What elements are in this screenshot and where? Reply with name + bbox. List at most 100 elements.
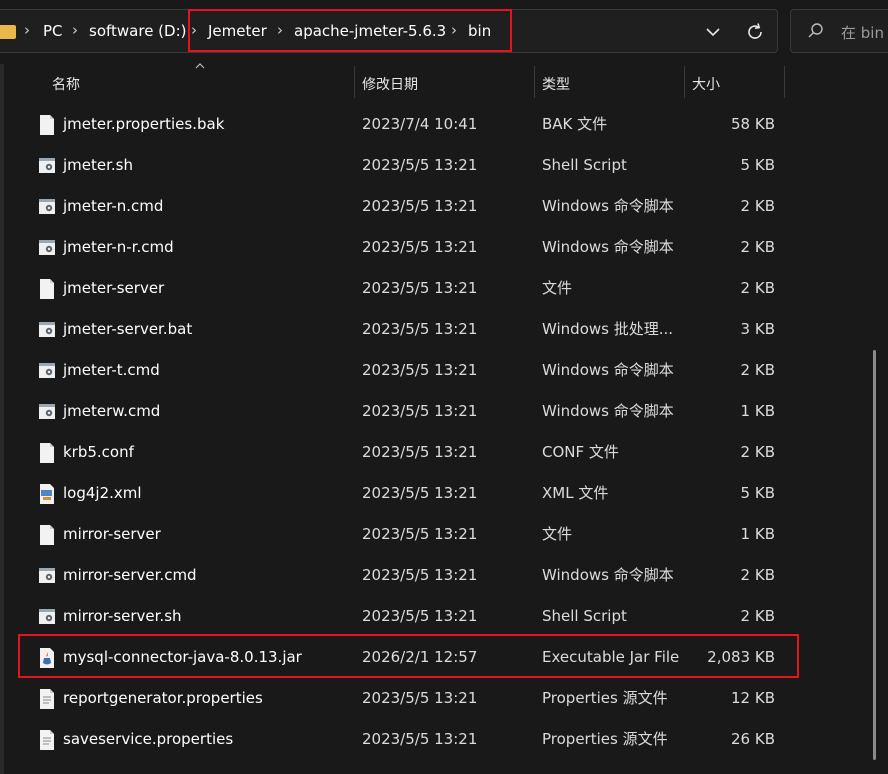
file-size: 2 KB <box>740 607 775 625</box>
file-date-modified: 2023/5/5 13:21 <box>362 361 478 379</box>
file-name: jmeter-server <box>63 279 165 297</box>
script-icon <box>39 568 55 583</box>
file-name: reportgenerator.properties <box>63 689 263 707</box>
file-row[interactable]: jmeter.sh 2023/5/5 13:21 Shell Script 5 KB <box>18 145 798 186</box>
breadcrumb-drive[interactable]: software (D:) <box>89 22 187 40</box>
file-row[interactable]: krb5.conf 2023/5/5 13:21 CONF 文件 2 KB <box>18 432 798 473</box>
properties-icon <box>40 689 54 709</box>
file-type: Windows 批处理... <box>542 320 674 338</box>
file-name: jmeterw.cmd <box>63 402 161 420</box>
file-type: Windows 命令脚本 <box>542 238 674 256</box>
column-header-size[interactable]: 大小 <box>692 74 720 94</box>
file-type: Shell Script <box>542 607 627 625</box>
column-header-type[interactable]: 类型 <box>542 74 570 94</box>
file-size: 2 KB <box>740 566 775 584</box>
file-row[interactable]: reportgenerator.properties 2023/5/5 13:21… <box>18 678 798 719</box>
column-header-name[interactable]: 名称 <box>52 74 80 94</box>
file-row[interactable]: jmeter-n.cmd 2023/5/5 13:21 Windows 命令脚本 2 … <box>18 186 798 227</box>
file-icon <box>40 279 54 299</box>
file-type: 文件 <box>542 525 573 543</box>
file-name: jmeter-n-r.cmd <box>63 238 174 256</box>
file-date-modified: 2023/5/5 13:21 <box>362 607 478 625</box>
file-size: 1 KB <box>740 525 775 543</box>
file-date-modified: 2023/5/5 13:21 <box>362 197 478 215</box>
file-type: BAK 文件 <box>542 115 608 133</box>
file-size: 2 KB <box>740 279 775 297</box>
file-name: jmeter-t.cmd <box>63 361 160 379</box>
file-size: 2 KB <box>740 197 775 215</box>
script-icon <box>39 199 55 214</box>
file-name: saveservice.properties <box>63 730 234 748</box>
file-date-modified: 2023/5/5 13:21 <box>362 689 478 707</box>
refresh-icon[interactable] <box>744 19 766 45</box>
file-row[interactable]: mirror-server 2023/5/5 13:21 文件 1 KB <box>18 514 798 555</box>
file-type: Windows 命令脚本 <box>542 402 674 420</box>
file-date-modified: 2023/5/5 13:21 <box>362 443 478 461</box>
search-icon <box>808 23 823 38</box>
script-icon <box>39 240 55 255</box>
breadcrumb-highlight-box <box>188 9 512 52</box>
file-icon <box>40 115 54 135</box>
file-type: 文件 <box>542 279 573 297</box>
column-divider[interactable] <box>684 66 685 98</box>
file-date-modified: 2023/5/5 13:21 <box>362 238 478 256</box>
file-date-modified: 2023/5/5 13:21 <box>362 566 478 584</box>
script-icon <box>39 322 55 337</box>
properties-icon <box>40 730 54 750</box>
file-date-modified: 2023/5/5 13:21 <box>362 156 478 174</box>
column-header-row: 名称 修改日期 类型 大小 <box>0 64 888 100</box>
file-size: 3 KB <box>740 320 775 338</box>
breadcrumb-pc[interactable]: PC <box>43 22 63 40</box>
scrollbar-thumb[interactable] <box>873 350 876 760</box>
file-type: Windows 命令脚本 <box>542 566 674 584</box>
file-size: 2 KB <box>740 443 775 461</box>
file-type: CONF 文件 <box>542 443 619 461</box>
file-type: XML 文件 <box>542 484 609 502</box>
file-row[interactable]: jmeter-server 2023/5/5 13:21 文件 2 KB <box>18 268 798 309</box>
file-date-modified: 2023/5/5 13:21 <box>362 402 478 420</box>
search-placeholder: 在 bin <box>841 24 884 42</box>
column-divider[interactable] <box>354 66 355 98</box>
column-header-date[interactable]: 修改日期 <box>362 74 418 94</box>
script-icon <box>39 363 55 378</box>
file-date-modified: 2023/5/5 13:21 <box>362 320 478 338</box>
file-type: Shell Script <box>542 156 627 174</box>
file-row[interactable]: log4j2.xml 2023/5/5 13:21 XML 文件 5 KB <box>18 473 798 514</box>
file-name: mirror-server.cmd <box>63 566 197 584</box>
column-divider[interactable] <box>784 66 785 98</box>
chevron-down-icon[interactable] <box>702 19 724 45</box>
file-name: log4j2.xml <box>63 484 142 502</box>
file-name: mirror-server.sh <box>63 607 182 625</box>
file-size: 12 KB <box>731 689 775 707</box>
file-icon <box>40 443 54 463</box>
script-icon <box>39 609 55 624</box>
file-type: Properties 源文件 <box>542 730 668 748</box>
file-size: 5 KB <box>740 484 775 502</box>
file-name: jmeter-server.bat <box>63 320 193 338</box>
file-row[interactable]: jmeter-server.bat 2023/5/5 13:21 Windows 批… <box>18 309 798 350</box>
breadcrumb-separator-icon[interactable]: › <box>72 21 78 39</box>
file-row[interactable]: mirror-server.cmd 2023/5/5 13:21 Windows 命… <box>18 555 798 596</box>
breadcrumb-separator-icon[interactable]: › <box>24 21 30 39</box>
column-divider[interactable] <box>534 66 535 98</box>
file-name: jmeter.sh <box>63 156 133 174</box>
file-type: Windows 命令脚本 <box>542 361 674 379</box>
file-size: 2 KB <box>740 238 775 256</box>
navigation-pane-edge <box>0 64 4 774</box>
file-row[interactable]: jmeterw.cmd 2023/5/5 13:21 Windows 命令脚本 1 K… <box>18 391 798 432</box>
script-icon <box>39 404 55 419</box>
folder-icon <box>0 25 16 39</box>
file-name: krb5.conf <box>63 443 134 461</box>
xml-icon <box>40 484 54 504</box>
file-row[interactable]: jmeter.properties.bak 2023/7/4 10:41 BAK 文… <box>18 104 798 145</box>
file-name: jmeter-n.cmd <box>63 197 164 215</box>
file-row[interactable]: saveservice.properties 2023/5/5 13:21 Prop… <box>18 719 798 760</box>
file-type: Properties 源文件 <box>542 689 668 707</box>
jar-row-highlight-box <box>18 634 799 678</box>
file-icon <box>40 525 54 545</box>
sort-ascending-icon <box>195 63 205 69</box>
file-name: mirror-server <box>63 525 161 543</box>
file-row[interactable]: jmeter-t.cmd 2023/5/5 13:21 Windows 命令脚本 2 … <box>18 350 798 391</box>
file-row[interactable]: jmeter-n-r.cmd 2023/5/5 13:21 Windows 命令脚本… <box>18 227 798 268</box>
file-row[interactable]: mirror-server.sh 2023/5/5 13:21 Shell Scri… <box>18 596 798 637</box>
